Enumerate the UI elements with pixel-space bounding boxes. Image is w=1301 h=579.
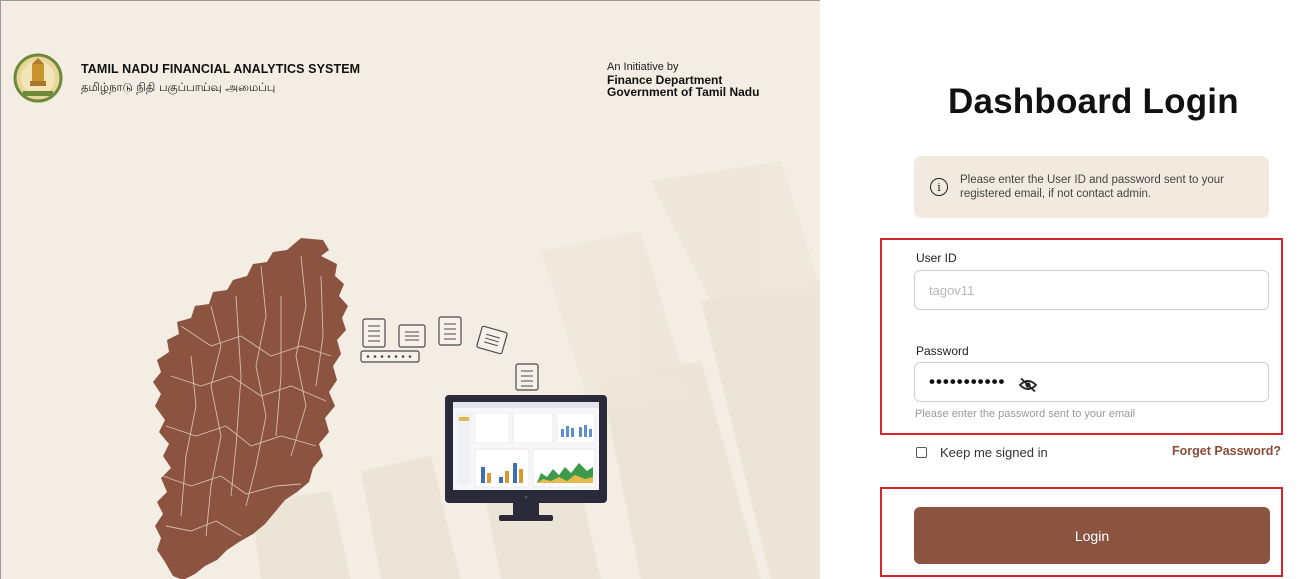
eye-slash-icon[interactable] <box>1018 377 1038 393</box>
initiative-label: An Initiative by <box>607 61 679 73</box>
tamil-nadu-map-illustration <box>153 238 348 579</box>
brand-header: TAMIL NADU FINANCIAL ANALYTICS SYSTEM தம… <box>13 51 360 107</box>
keep-signed-in-checkbox[interactable] <box>916 447 927 458</box>
login-panel: Dashboard Login i Please enter the User … <box>820 0 1301 579</box>
info-icon: i <box>930 178 948 196</box>
page-title: Dashboard Login <box>948 82 1239 121</box>
monitor-illustration <box>445 395 607 521</box>
user-id-label: User ID <box>916 251 957 265</box>
document-icon <box>515 363 539 391</box>
user-id-input[interactable]: tagov11 <box>914 270 1269 310</box>
info-notice: i Please enter the User ID and password … <box>914 156 1269 218</box>
highlight-credentials-box <box>880 238 1283 435</box>
forgot-password-link[interactable]: Forget Password? <box>1172 444 1281 458</box>
documents-illustration <box>360 316 508 363</box>
initiative-government: Government of Tamil Nadu <box>607 85 760 99</box>
password-label: Password <box>916 344 969 358</box>
brand-title-en: TAMIL NADU FINANCIAL ANALYTICS SYSTEM <box>81 62 361 76</box>
tamil-nadu-emblem-icon <box>13 53 63 103</box>
password-hint: Please enter the password sent to your e… <box>915 408 1136 420</box>
hero-panel: TAMIL NADU FINANCIAL ANALYTICS SYSTEM தம… <box>0 0 820 579</box>
login-button[interactable]: Login <box>914 507 1270 564</box>
info-text: Please enter the User ID and password se… <box>960 174 1225 200</box>
keep-signed-in-label: Keep me signed in <box>940 445 1048 460</box>
keep-signed-in[interactable]: Keep me signed in <box>916 445 1048 460</box>
brand-title-ta: தமிழ்நாடு நிதி பகுப்பாய்வு அமைப்பு <box>81 80 276 94</box>
password-input[interactable]: ••••••••••• <box>914 362 1269 402</box>
initiative-block: An Initiative by Finance Department Gove… <box>607 61 759 99</box>
